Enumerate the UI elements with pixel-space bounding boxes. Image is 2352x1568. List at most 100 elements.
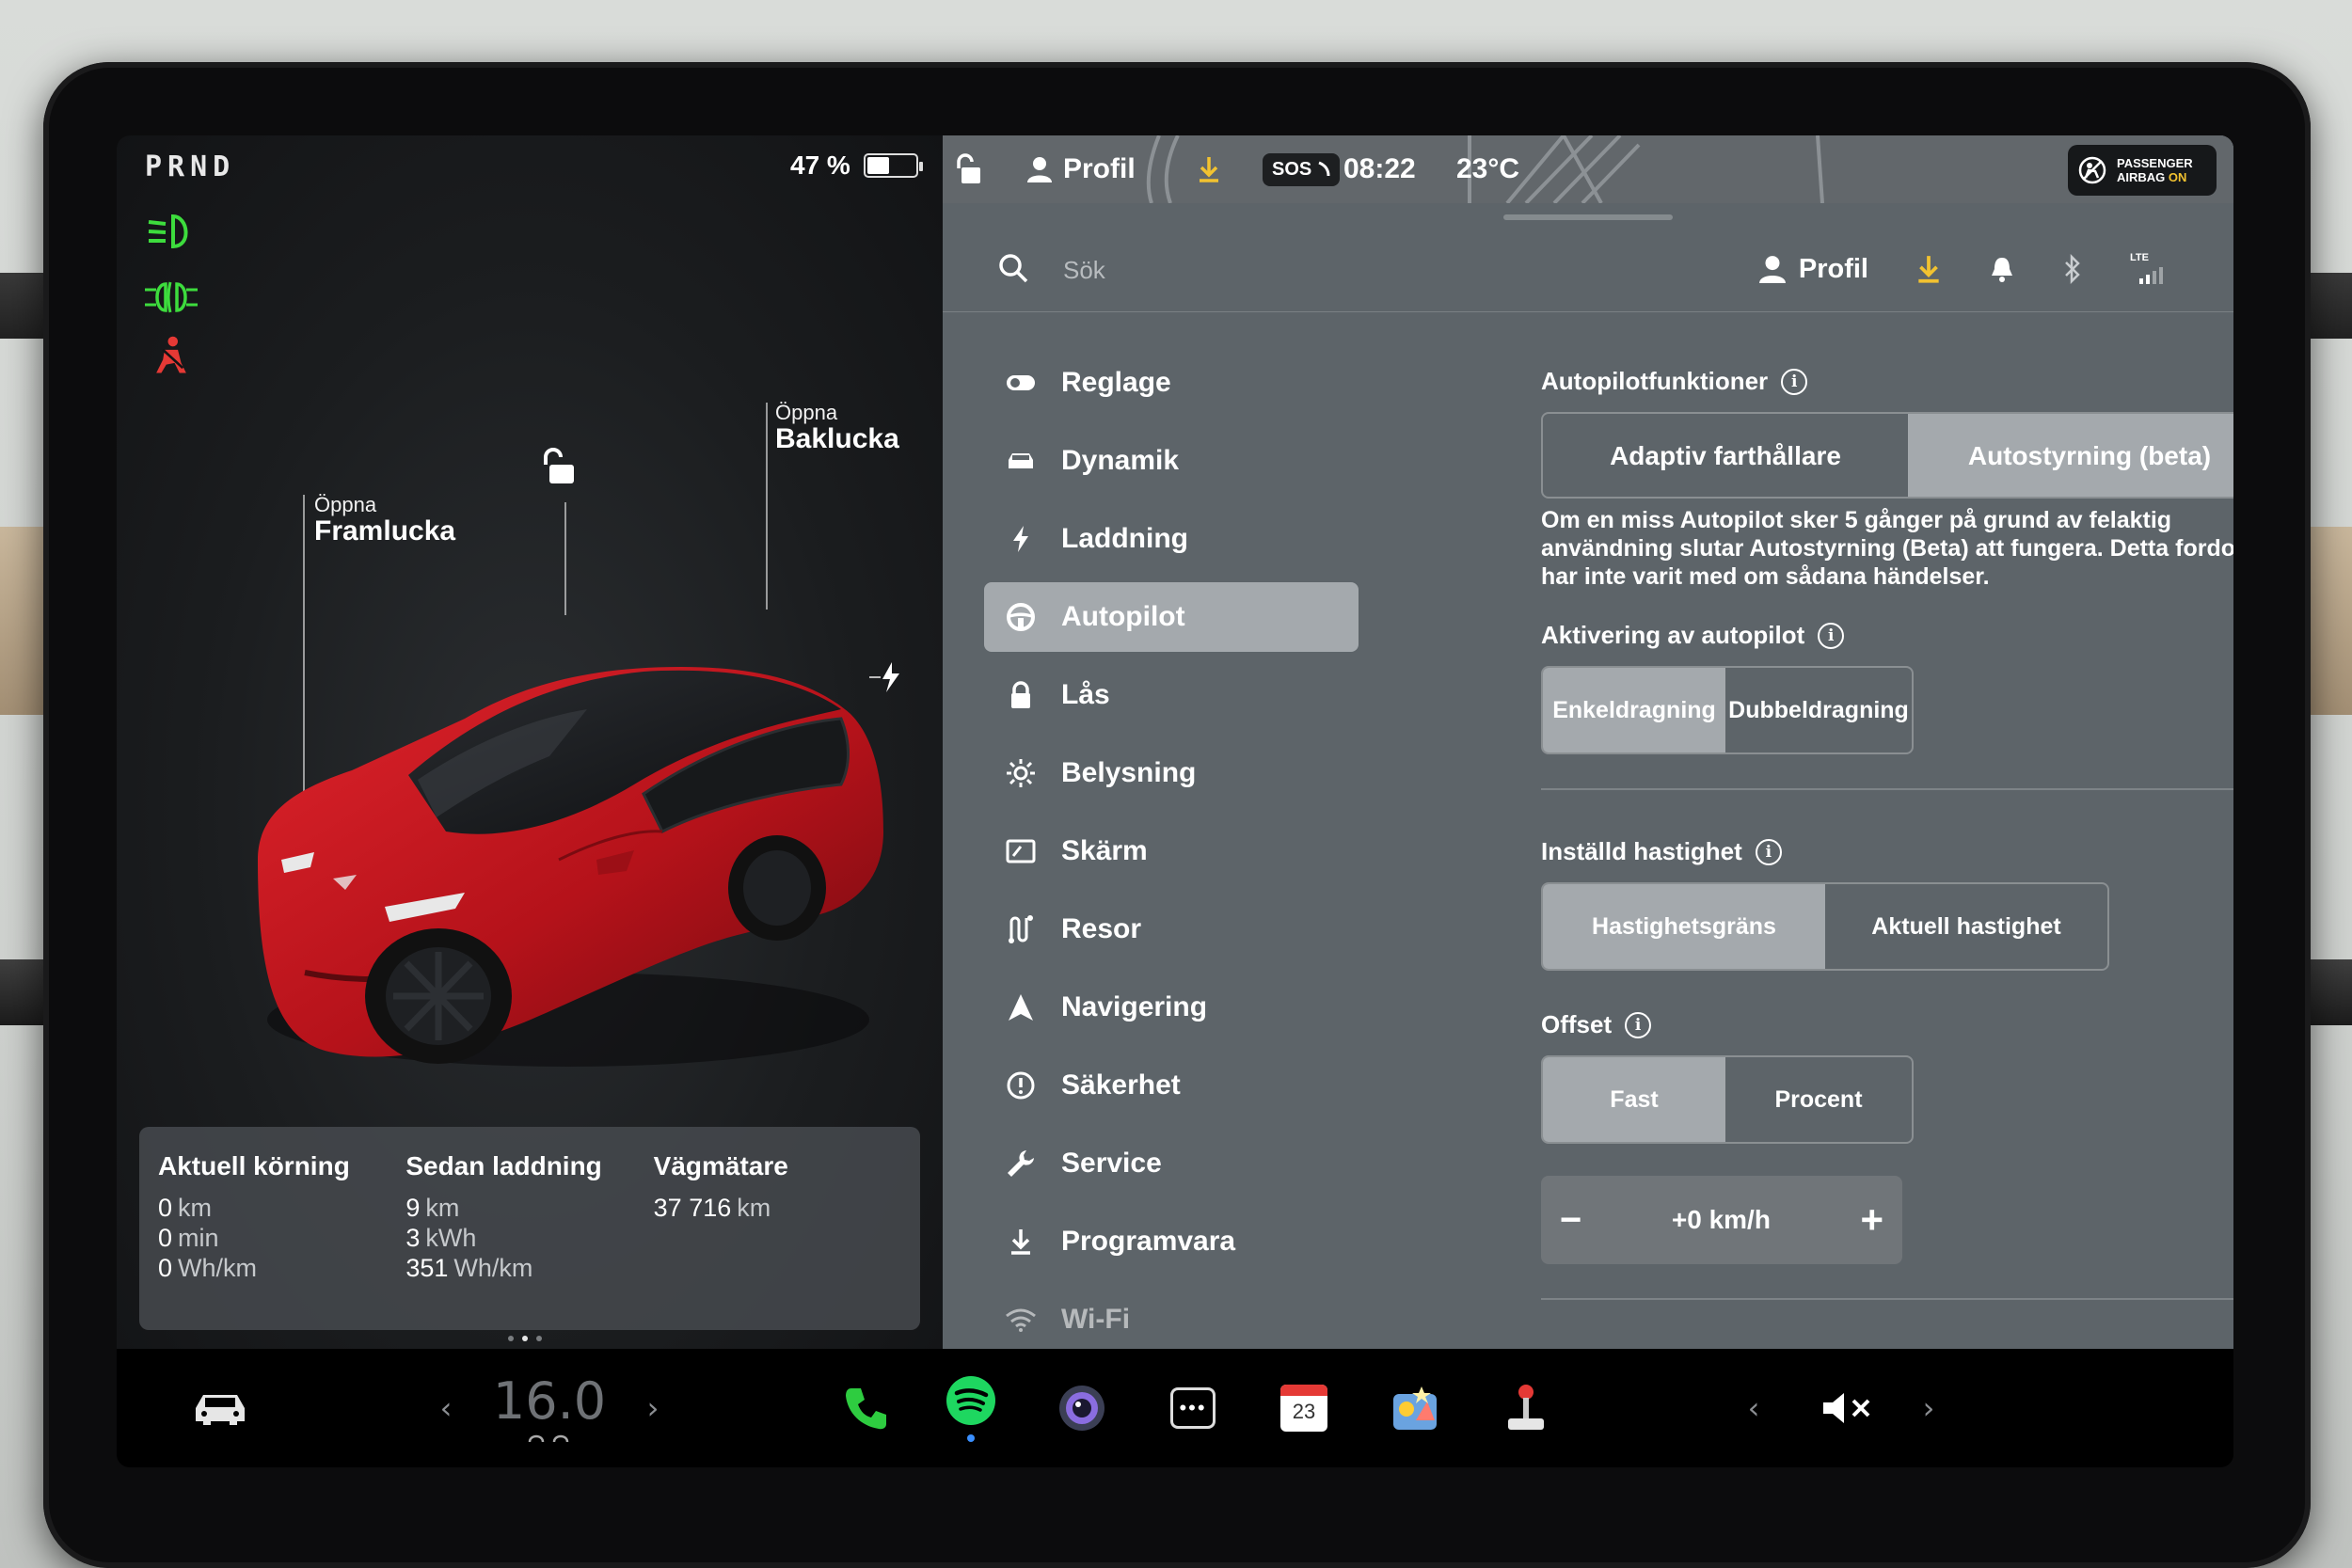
software-update-icon[interactable] [1915,254,1942,284]
climate-control[interactable]: 16.0 [474,1349,625,1467]
menu-label: Autopilot [1061,601,1185,632]
option-adaptive-cruise[interactable]: Adaptiv farthållare [1543,414,1908,497]
topbar-update[interactable] [1197,135,1221,203]
info-icon[interactable]: i [1625,1011,1652,1038]
menu-item-belysning[interactable]: Belysning [984,738,1359,808]
menu-label: Wi-Fi [1061,1304,1131,1335]
arcade-app-button[interactable] [1488,1349,1564,1467]
pager-dot [536,1336,542,1341]
search-icon[interactable] [997,252,1029,284]
person-icon [1758,256,1786,283]
seat-heater-icon [528,1434,569,1442]
menu-label: Laddning [1061,523,1188,554]
toybox-app-button[interactable] [1377,1349,1453,1467]
frunk-open-label[interactable]: Öppna [314,493,376,517]
menu-item-las[interactable]: Lås [984,660,1359,730]
unlock-icon[interactable] [538,446,580,487]
option-single-pull[interactable]: Enkeldragning [1543,668,1726,752]
menu-item-laddning[interactable]: Laddning [984,504,1359,574]
since-charge-stats: Sedan laddning 9 km 3 kWh 351 Wh/km [405,1151,653,1306]
camera-app-button[interactable] [1044,1349,1120,1467]
stat-title: Vägmätare [653,1151,788,1180]
volume-mute-button[interactable] [1801,1349,1895,1467]
stat-value: 9 km [405,1194,460,1222]
menu-item-programvara[interactable]: Programvara [984,1207,1359,1276]
menu-label: Säkerhet [1061,1069,1181,1101]
calendar-day: 23 [1292,1400,1316,1423]
fog-light-icon [145,281,198,313]
menu-item-resor[interactable]: Resor [984,895,1359,964]
display-icon [1005,835,1037,867]
menu-item-dynamik[interactable]: Dynamik [984,426,1359,496]
info-icon[interactable]: i [1818,622,1845,649]
toybox-icon [1393,1386,1437,1430]
increase-button[interactable]: + [1860,1197,1883,1243]
joystick-icon [1508,1385,1544,1430]
settings-menu: Reglage Dynamik Laddning Autopilot Lås B… [984,348,1359,1349]
info-icon[interactable]: i [1755,838,1782,865]
menu-label: Belysning [1061,757,1197,788]
toggle-icon [1005,367,1037,399]
low-beam-icon [148,214,188,249]
option-fixed[interactable]: Fast [1543,1057,1726,1142]
info-icon[interactable]: i [1781,368,1808,395]
settings-profile[interactable]: Profil [1758,254,1868,285]
active-app-dot [967,1434,975,1442]
more-apps-button[interactable]: ••• [1155,1349,1231,1467]
option-autosteer[interactable]: Autostyrning (beta) [1908,414,2233,497]
sos-button[interactable]: SOS [1263,135,1341,203]
search-input[interactable]: Sök [1063,256,1105,285]
temp-increase-button[interactable]: › [634,1349,672,1467]
phone-app-button[interactable] [828,1349,903,1467]
option-speed-limit[interactable]: Hastighetsgräns [1543,884,1825,969]
lte-signal-icon: LTE [2130,252,2168,284]
frunk-label[interactable]: Framlucka [314,515,455,547]
option-current-speed[interactable]: Aktuell hastighet [1825,884,2107,969]
phone-small-icon [1318,161,1330,177]
menu-item-service[interactable]: Service [984,1129,1359,1198]
car-render[interactable] [192,578,963,1104]
offset-heading: Offset i [1541,1010,1652,1039]
more-icon: ••• [1170,1387,1216,1429]
download-icon [1005,1226,1037,1258]
lock-status[interactable] [954,135,982,203]
offset-title: Offset [1541,1010,1613,1038]
card-pager-dots[interactable] [508,1336,542,1341]
menu-item-reglage[interactable]: Reglage [984,348,1359,418]
option-double-pull[interactable]: Dubbeldragning [1725,668,1912,752]
menu-item-autopilot[interactable]: Autopilot [984,582,1359,652]
bell-icon[interactable] [1989,255,2015,283]
stat-title: Aktuell körning [158,1151,350,1180]
stat-value: 0 km [158,1194,213,1222]
airbag-icon [2078,156,2106,184]
trunk-label[interactable]: Baklucka [775,423,899,455]
menu-item-navigering[interactable]: Navigering [984,973,1359,1042]
bolt-icon [1005,523,1037,555]
menu-label: Reglage [1061,367,1171,398]
battery-status: 47 % [790,150,923,181]
bluetooth-icon[interactable] [2062,254,2083,284]
battery-icon [863,153,923,178]
decrease-button[interactable]: − [1560,1199,1581,1242]
menu-item-wifi[interactable]: Wi-Fi [984,1285,1359,1349]
autopilot-features-title: Autopilotfunktioner [1541,367,1769,395]
menu-label: Navigering [1061,991,1208,1022]
option-percent[interactable]: Procent [1725,1057,1912,1142]
car-button[interactable] [154,1349,286,1467]
set-speed-title: Inställd hastighet [1541,837,1742,865]
autopilot-description: Om en miss Autopilot sker 5 gånger på gr… [1541,507,2233,590]
volume-left-arrow[interactable]: ‹ [1735,1349,1772,1467]
cabin-temperature: 16.0 [492,1370,607,1431]
topbar-profile-label: Profil [1063,153,1136,184]
menu-item-skarm[interactable]: Skärm [984,816,1359,886]
spotify-app-button[interactable] [933,1349,1009,1467]
trunk-open-label[interactable]: Öppna [775,401,837,425]
trip-stats-card[interactable]: Aktuell körning 0 km 0 min 0 Wh/km Sedan la… [139,1127,920,1330]
topbar-profile[interactable]: Profil [1027,135,1136,203]
panel-drag-handle[interactable] [1503,214,1673,220]
temp-decrease-button[interactable]: ‹ [427,1349,465,1467]
wifi-icon [1005,1304,1037,1336]
menu-item-sakerhet[interactable]: Säkerhet [984,1051,1359,1120]
volume-right-arrow[interactable]: › [1910,1349,1947,1467]
calendar-app-button[interactable]: 23 [1266,1349,1342,1467]
